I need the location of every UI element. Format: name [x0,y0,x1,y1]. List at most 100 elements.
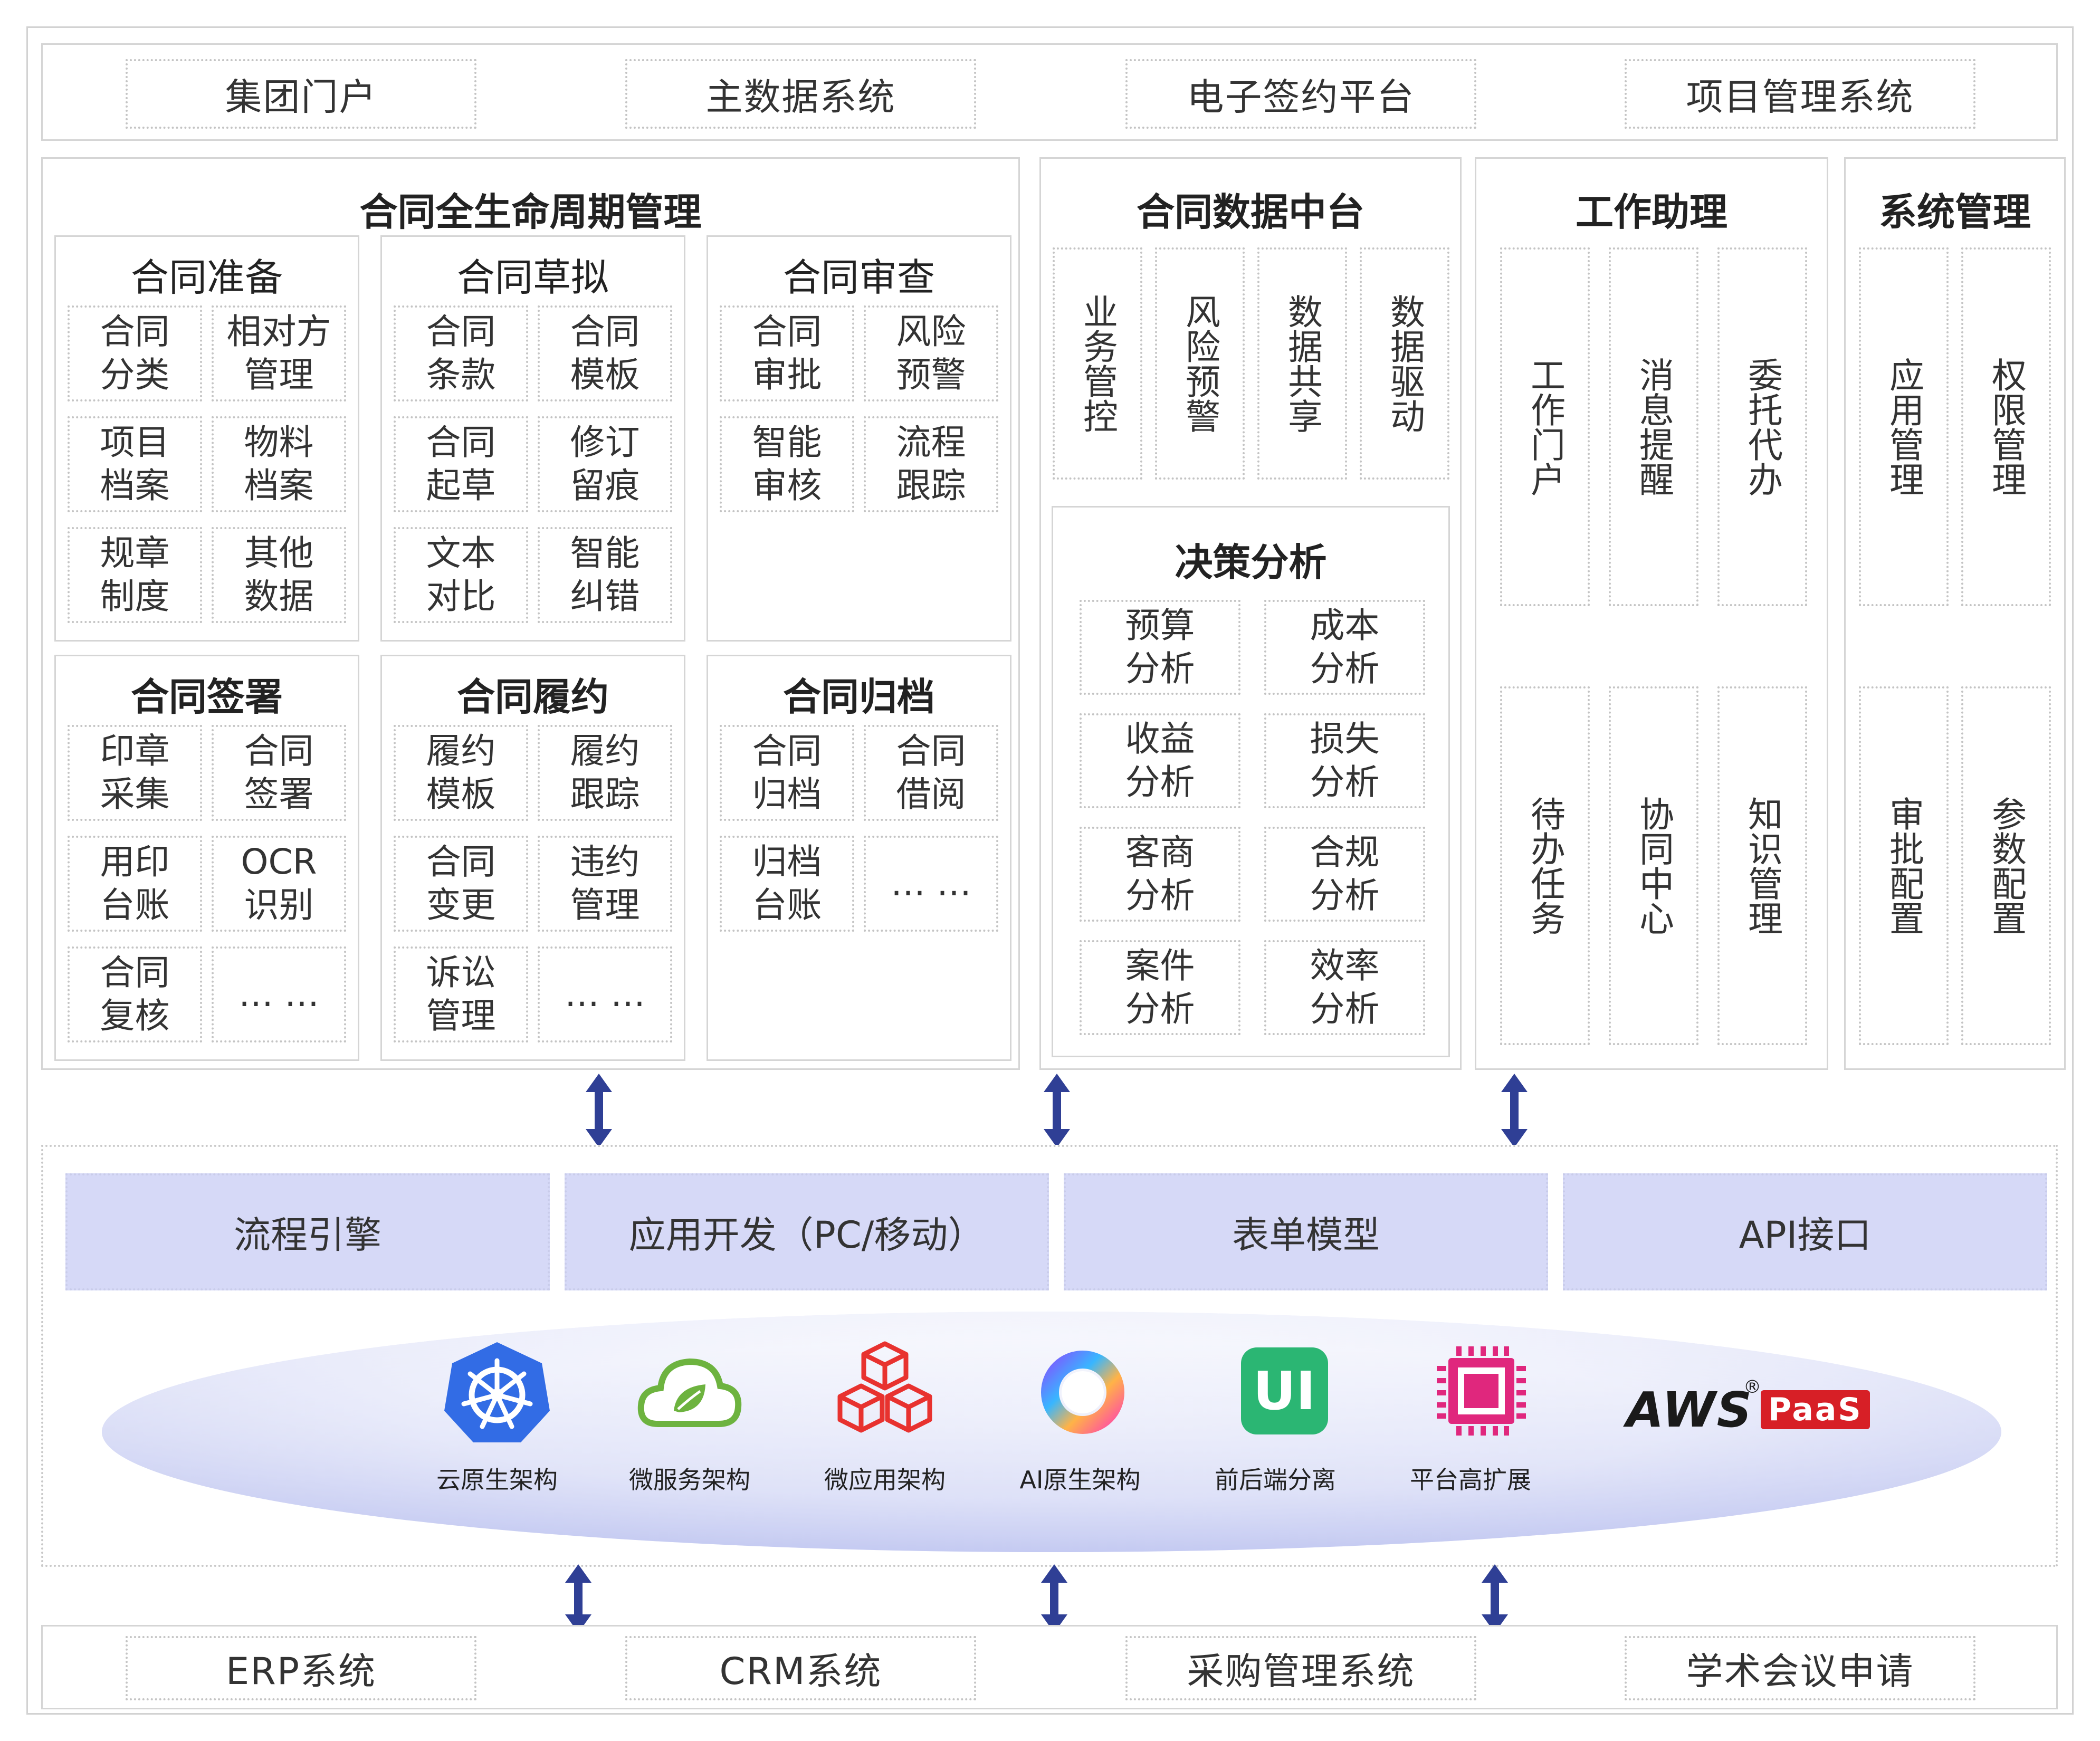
lifecycle-item: 合同 条款 [394,305,528,401]
lifecycle-item: 其他 数据 [212,527,346,623]
assistant-item-label: 待办任务 [1525,796,1566,935]
lifecycle-item-label: 违约 管理 [570,841,640,925]
top-system-label: 主数据系统 [705,75,896,119]
lifecycle-item: 履约 跟踪 [538,725,672,821]
svg-text:UI: UI [1253,1360,1315,1422]
platform-bar-label: 流程引擎 [234,1213,381,1257]
lifecycle-item-label: 合同 条款 [426,311,496,395]
double-arrow-icon [1482,1564,1508,1633]
lifecycle-item-label: 用印 台账 [100,841,170,925]
lifecycle-item-label: … … [238,974,319,1015]
lifecycle-item-label: OCR 识别 [241,841,317,925]
decision-panel: 决策分析 预算 分析 成本 分析 收益 分析 损失 分析 客商 分析 合规 分析 案件 分析… [1052,506,1450,1057]
lifecycle-panel: 合同全生命周期管理 合同准备 合同 分类 相对方 管理 项目 档案 物料 档案 规章 制度… [41,157,1020,1070]
assistant-title: 工作助理 [1575,190,1727,234]
lifecycle-item-label: 履约 模板 [426,731,496,815]
decision-item: 损失 分析 [1264,713,1425,808]
tech-label: 平台高扩展 [1410,1466,1531,1494]
system-mgmt-item-label: 权限管理 [1986,357,2027,496]
decision-item-label: 案件 分析 [1125,945,1195,1029]
lifecycle-item-label: 合同 借阅 [896,731,966,815]
lifecycle-item-label: 合同 模板 [570,311,640,395]
data-center-panel: 合同数据中台 决策分析 预算 分析 成本 分析 收益 分析 损失 分析 客商 分析 合规 … [1039,157,1462,1070]
brand-tag: PaaS [1761,1390,1870,1429]
lifecycle-item: 用印 台账 [68,836,202,932]
lifecycle-item: 相对方 管理 [212,305,346,401]
lifecycle-item-label: 合同 复核 [100,952,170,1036]
lifecycle-item: 合同 审批 [720,305,854,401]
lifecycle-item-label: 相对方 管理 [226,311,331,395]
bottom-systems-row: ERP系统 CRM系统 采购管理系统 学术会议申请 [41,1625,2058,1709]
decision-item-label: 成本 分析 [1310,605,1380,689]
system-mgmt-item-label: 应用管理 [1884,357,1924,496]
tech-label: 前后端分离 [1215,1466,1336,1494]
platform-bar: API接口 [1563,1173,2047,1290]
system-mgmt-item: 参数配置 [1961,686,2051,1045]
bottom-system-label: CRM系统 [719,1649,882,1693]
lifecycle-group: 合同准备 合同 分类 相对方 管理 项目 档案 物料 档案 规章 制度 其他 数据 [54,235,359,642]
decision-item-label: 收益 分析 [1125,719,1195,802]
kubernetes-icon [444,1342,550,1442]
lifecycle-item-label: 修订 留痕 [570,422,640,506]
arrows-lower [565,1564,1508,1633]
lifecycle-item: 规章 制度 [68,527,202,623]
lifecycle-item-label: 合同 变更 [426,841,496,925]
data-center-item-label: 风险预警 [1180,294,1220,433]
lifecycle-item-label: 智能 纠错 [570,533,640,617]
assistant-item: 知识管理 [1717,686,1807,1045]
tech-label: AI原生架构 [1019,1466,1141,1494]
lifecycle-item: 合同 借阅 [864,725,998,821]
lifecycle-group: 合同履约 履约 模板 履约 跟踪 合同 变更 违约 管理 诉讼 管理 … … [380,655,685,1061]
platform-bar-label: API接口 [1739,1213,1872,1257]
bottom-system-label: 学术会议申请 [1686,1649,1914,1693]
double-arrow-icon [565,1564,591,1633]
decision-item: 效率 分析 [1264,940,1425,1035]
top-system-label: 电子签约平台 [1187,75,1415,119]
assistant-item: 协同中心 [1609,686,1698,1045]
lifecycle-group-title: 合同准备 [130,255,283,300]
decision-item: 客商 分析 [1080,827,1240,922]
platform-zone: 流程引擎 应用开发（PC/移动） 表单模型 API接口 UI 云原生架构 微服务… [41,1145,2058,1567]
lifecycle-item: 履约 模板 [394,725,528,821]
data-center-item-label: 数据共享 [1282,294,1323,433]
top-systems-row: 集团门户 主数据系统 电子签约平台 项目管理系统 [41,43,2058,141]
lifecycle-item-label: 其他 数据 [244,533,314,617]
bottom-system-box: ERP系统 [126,1636,476,1700]
decision-item-label: 效率 分析 [1310,945,1380,1029]
data-center-item-label: 数据驱动 [1385,294,1425,433]
data-center-title: 合同数据中台 [1136,190,1364,234]
ui-icon: UI [1241,1347,1328,1434]
data-center-item: 风险预警 [1155,247,1245,480]
system-mgmt-panel: 系统管理 应用管理 权限管理审批配置 参数配置 [1844,157,2066,1070]
decision-item-label: 损失 分析 [1310,719,1380,802]
lifecycle-item-label: 合同 分类 [100,311,170,395]
system-mgmt-title: 系统管理 [1878,190,2031,234]
decision-item-label: 合规 分析 [1310,832,1380,916]
lifecycle-item: 合同 复核 [68,946,202,1042]
lifecycle-item: … … [538,946,672,1042]
lifecycle-item-label: 智能 审核 [752,422,822,506]
bottom-system-box: 采购管理系统 [1125,1636,1476,1700]
lifecycle-item: 智能 纠错 [538,527,672,623]
lifecycle-item: 合同 模板 [538,305,672,401]
data-center-item: 业务管控 [1053,247,1142,480]
lifecycle-item: 合同 分类 [68,305,202,401]
decision-item: 案件 分析 [1080,940,1240,1035]
lifecycle-group-title: 合同归档 [782,675,935,719]
lifecycle-item-label: … … [565,974,645,1015]
lifecycle-group: 合同审查 合同 审批 风险 预警 智能 审核 流程 跟踪 [707,235,1011,642]
lifecycle-item-label: 履约 跟踪 [570,731,640,815]
top-system-box: 电子签约平台 [1125,59,1476,129]
lifecycle-item-label: 归档 台账 [752,841,822,925]
brand-registered: ® [1743,1376,1761,1398]
bottom-system-label: 采购管理系统 [1187,1649,1415,1693]
assistant-item-label: 协同中心 [1634,796,1674,935]
system-mgmt-item: 权限管理 [1961,247,2051,606]
system-mgmt-item-label: 审批配置 [1884,796,1924,935]
lifecycle-item: 印章 采集 [68,725,202,821]
top-system-box: 项目管理系统 [1625,59,1975,129]
bottom-system-label: ERP系统 [225,1649,377,1693]
lifecycle-item: 项目 档案 [68,416,202,512]
lifecycle-group-title: 合同签署 [130,675,283,719]
tech-label: 云原生架构 [436,1466,558,1494]
